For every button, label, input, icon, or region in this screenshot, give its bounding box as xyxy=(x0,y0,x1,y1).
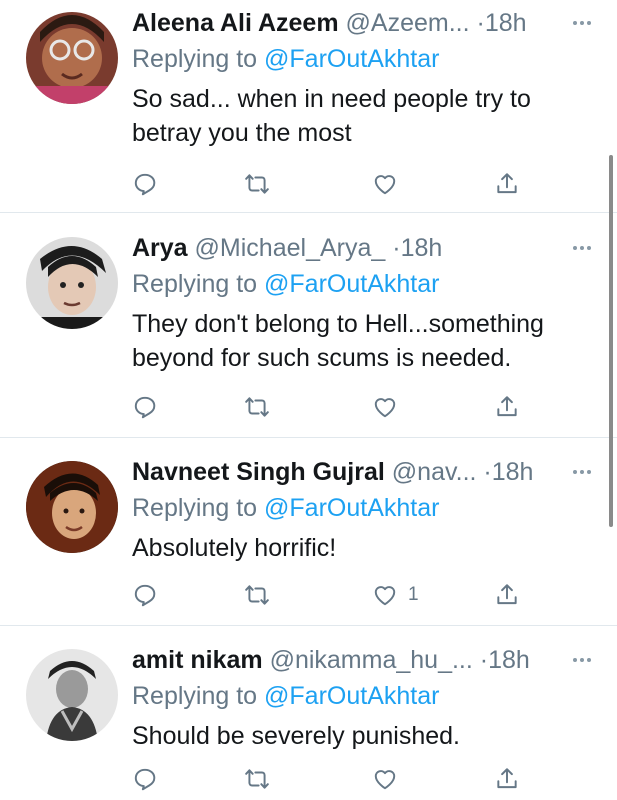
share-button[interactable] xyxy=(494,763,520,795)
share-button[interactable] xyxy=(494,579,520,611)
share-button[interactable] xyxy=(494,391,520,423)
reply-button[interactable] xyxy=(132,763,158,795)
tweet-header: Aleena Ali Azeem @Azeem... ·18h xyxy=(132,6,597,40)
tweet-item[interactable]: Aleena Ali Azeem @Azeem... ·18h Replying… xyxy=(0,0,617,212)
reply-icon xyxy=(134,396,156,419)
avatar-image xyxy=(26,461,118,553)
tweet-item[interactable]: Arya @Michael_Arya_ ·18h Replying to @Fa… xyxy=(0,225,617,437)
user-handle[interactable]: @nikamma_hu_... xyxy=(270,646,473,674)
separator-dot: · xyxy=(483,458,492,486)
retweet-button[interactable] xyxy=(244,391,270,423)
reply-icon xyxy=(134,768,156,791)
user-handle[interactable]: @Azeem... xyxy=(346,9,470,37)
reply-button[interactable] xyxy=(132,391,158,423)
replying-to-label: Replying to xyxy=(132,270,258,298)
share-icon xyxy=(497,396,517,417)
tweet-text: So sad... when in need people try to bet… xyxy=(132,85,531,147)
share-icon xyxy=(497,173,517,194)
tweet-item[interactable]: amit nikam @nikamma_hu_... ·18h Replying… xyxy=(0,637,617,800)
replying-to-label: Replying to xyxy=(132,45,258,73)
replying-to-label: Replying to xyxy=(132,682,258,710)
tweet-actions xyxy=(132,168,532,200)
mention-link[interactable]: @FarOutAkhtar xyxy=(264,45,439,73)
display-name[interactable]: Navneet Singh Gujral xyxy=(132,458,385,486)
display-name[interactable]: Arya xyxy=(132,234,188,262)
reply-button[interactable] xyxy=(132,579,158,611)
like-count: 1 xyxy=(408,584,419,605)
avatar-image xyxy=(26,237,118,329)
avatar[interactable] xyxy=(26,461,118,553)
user-handle[interactable]: @nav... xyxy=(392,458,477,486)
replying-to: Replying to @FarOutAkhtar xyxy=(132,491,439,525)
timestamp[interactable]: 18h xyxy=(485,9,527,37)
more-options-icon[interactable] xyxy=(567,6,597,40)
replying-to-label: Replying to xyxy=(132,494,258,522)
avatar-image xyxy=(26,649,118,741)
tweet-text: Absolutely horrific! xyxy=(132,534,337,562)
replying-to: Replying to @FarOutAkhtar xyxy=(132,679,439,713)
separator-dot: · xyxy=(479,646,489,674)
tweet-actions: 1 xyxy=(132,579,532,611)
timestamp[interactable]: 18h xyxy=(488,646,530,674)
timestamp[interactable]: 18h xyxy=(492,458,534,486)
retweet-icon xyxy=(245,585,269,605)
avatar[interactable] xyxy=(26,12,118,104)
tweet-actions xyxy=(132,391,532,423)
retweet-icon xyxy=(245,174,269,194)
like-button[interactable] xyxy=(372,168,408,200)
tweet-header: Navneet Singh Gujral @nav... ·18h xyxy=(132,455,597,489)
divider xyxy=(0,212,617,213)
tweet-text: Should be severely punished. xyxy=(132,722,461,750)
reply-icon xyxy=(134,584,156,607)
share-button[interactable] xyxy=(494,168,520,200)
share-icon xyxy=(497,768,517,789)
tweet-header: amit nikam @nikamma_hu_... ·18h xyxy=(132,643,597,677)
more-options-icon[interactable] xyxy=(567,231,597,265)
scrollbar[interactable] xyxy=(609,155,613,527)
like-button[interactable] xyxy=(372,391,408,423)
reply-icon xyxy=(134,173,156,196)
like-icon xyxy=(374,586,396,606)
avatar[interactable] xyxy=(26,237,118,329)
like-icon xyxy=(374,175,396,195)
share-icon xyxy=(497,584,517,605)
divider xyxy=(0,625,617,626)
display-name[interactable]: amit nikam xyxy=(132,646,263,674)
retweet-button[interactable] xyxy=(244,168,270,200)
tweet-text: They don't belong to Hell...something be… xyxy=(132,310,544,372)
retweet-icon xyxy=(245,397,269,417)
timestamp[interactable]: 18h xyxy=(401,234,443,262)
divider xyxy=(0,437,617,438)
tweet-header: Arya @Michael_Arya_ ·18h xyxy=(132,231,597,265)
tweet-item[interactable]: Navneet Singh Gujral @nav... ·18h Replyi… xyxy=(0,449,617,625)
separator-dot: · xyxy=(476,9,485,37)
more-options-icon[interactable] xyxy=(567,643,597,677)
mention-link[interactable]: @FarOutAkhtar xyxy=(264,682,439,710)
mention-link[interactable]: @FarOutAkhtar xyxy=(264,494,439,522)
retweet-button[interactable] xyxy=(244,579,270,611)
tweet-actions xyxy=(132,763,532,795)
display-name[interactable]: Aleena Ali Azeem xyxy=(132,9,339,37)
avatar-image xyxy=(26,12,118,104)
retweet-button[interactable] xyxy=(244,763,270,795)
more-options-icon[interactable] xyxy=(567,455,597,489)
reply-button[interactable] xyxy=(132,168,158,200)
like-icon xyxy=(374,398,396,418)
like-button[interactable] xyxy=(372,763,408,795)
mention-link[interactable]: @FarOutAkhtar xyxy=(264,270,439,298)
user-handle[interactable]: @Michael_Arya_ xyxy=(195,234,386,262)
replying-to: Replying to @FarOutAkhtar xyxy=(132,267,439,301)
like-button[interactable]: 1 xyxy=(372,579,419,611)
separator-dot: · xyxy=(392,234,401,262)
avatar[interactable] xyxy=(26,649,118,741)
retweet-icon xyxy=(245,769,269,789)
like-icon xyxy=(374,770,396,790)
replying-to: Replying to @FarOutAkhtar xyxy=(132,42,439,76)
